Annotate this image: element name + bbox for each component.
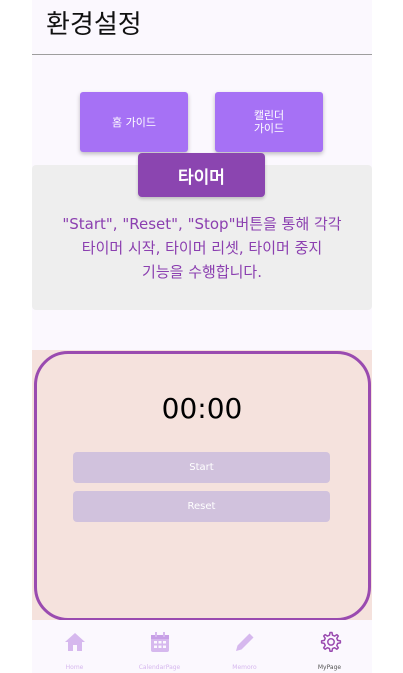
bottom-nav: Home CalendarPage Memoro MyPage [32,620,372,673]
header: 환경설정 [32,0,372,55]
calendar-icon [151,632,169,652]
nav-label-calendar: CalendarPage [138,664,181,671]
nav-label-home: Home [65,664,84,671]
home-guide-button[interactable]: 홈 가이드 [80,92,188,152]
nav-label-memo: Memoro [232,664,257,671]
home-icon [65,633,85,651]
nav-label-mypage: MyPage [317,664,342,671]
start-button[interactable]: Start [73,452,330,483]
timer-display: 00:00 [161,392,243,425]
nav-item-mypage[interactable]: MyPage [287,620,372,673]
reset-button[interactable]: Reset [73,491,330,522]
description-text: "Start", "Reset", "Stop"버튼을 통해 각각 타이머 시작… [62,215,342,281]
nav-item-memo[interactable]: Memoro [202,620,287,673]
nav-item-calendar[interactable]: CalendarPage [117,620,202,673]
page-title: 환경설정 [46,10,142,40]
timer-tag: 타이머 [138,153,265,197]
pencil-icon [236,633,254,651]
app-screen: 환경설정 홈 가이드 캘린더 가이드 타이머 "Start", "Reset",… [32,0,372,673]
nav-item-home[interactable]: Home [32,620,117,673]
gear-icon [320,631,342,653]
calendar-guide-button[interactable]: 캘린더 가이드 [215,92,323,152]
